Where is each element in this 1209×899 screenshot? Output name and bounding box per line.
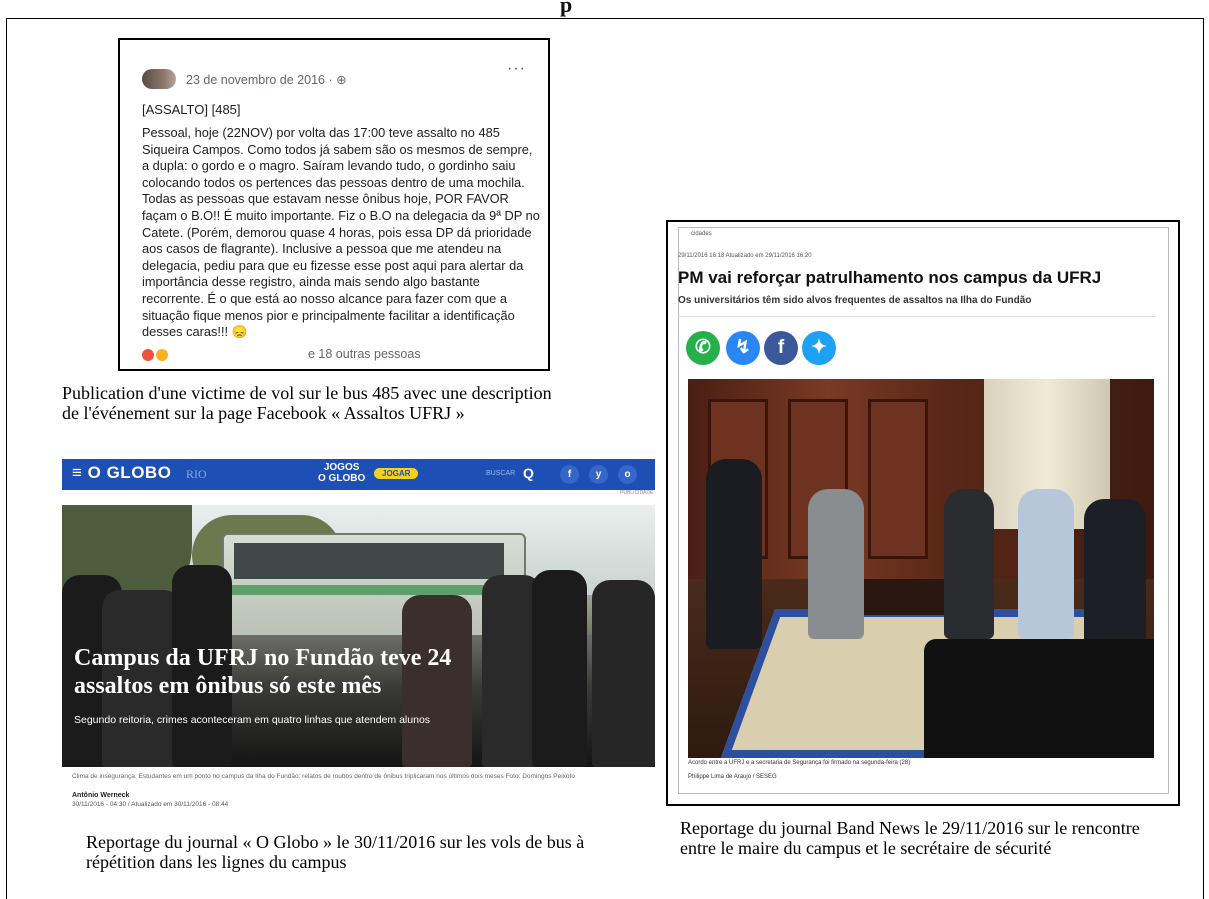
messenger-icon[interactable]: ↯ <box>726 331 760 365</box>
page-title: p <box>560 0 573 17</box>
facebook-icon[interactable]: f <box>560 465 579 484</box>
facebook-icon[interactable]: f <box>764 331 798 365</box>
frame-top <box>6 18 1204 19</box>
section-label[interactable]: cidades <box>691 231 712 237</box>
reaction-count[interactable]: e 18 outras pessoas <box>308 347 421 361</box>
band-photo <box>688 379 1154 758</box>
globo-subhead: Segundo reitoria, crimes aconteceram em … <box>74 714 431 726</box>
article-title: PM vai reforçar patrulhamento nos campus… <box>678 268 1102 287</box>
jogos-logo[interactable]: JOGOS O GLOBO <box>318 462 365 484</box>
post-body: Pessoal, hoje (22NOV) por volta das 17:0… <box>142 125 540 340</box>
search-icon[interactable]: Q <box>523 465 534 481</box>
caption-globo: Reportage du journal « O Globo » le 30/1… <box>86 832 585 872</box>
globo-edition[interactable]: RIO <box>186 467 207 482</box>
caption-facebook: Publication d'une victime de vol sur le … <box>62 383 552 423</box>
jogar-button[interactable]: JOGAR <box>374 468 419 479</box>
globo-logo[interactable]: ≡ O GLOBO <box>72 463 171 483</box>
instagram-icon[interactable]: o <box>618 465 637 484</box>
frame-right <box>1203 18 1204 899</box>
article-subtitle: Os universitários têm sido alvos frequen… <box>678 295 1032 306</box>
search-label[interactable]: BUSCAR <box>486 470 515 477</box>
frame-left <box>6 18 7 899</box>
twitter-icon[interactable]: ✦ <box>802 331 836 365</box>
post-tag: [ASSALTO] [485] <box>142 102 241 117</box>
avatar <box>142 69 176 89</box>
divider <box>678 316 1156 317</box>
globo-photo <box>62 505 655 767</box>
more-options-icon[interactable]: ··· <box>507 60 526 78</box>
angry-reaction-icon <box>142 349 154 361</box>
globo-photo-credit: Clima de insegurança. Estudantes em um p… <box>72 773 575 780</box>
facebook-post: 23 de novembro de 2016 · ⊕ ··· [ASSALTO]… <box>118 38 550 371</box>
article-date: 29/11/2016 16:18 Atualizado em 29/11/201… <box>678 253 812 259</box>
publicidade-label: PUBLICIDADE <box>620 490 654 496</box>
caption-band: Reportage du journal Band News le 29/11/… <box>680 818 1140 858</box>
photo-caption: Acordo entre a UFRJ e a secretaria de Se… <box>688 760 911 766</box>
reactions[interactable] <box>142 349 168 361</box>
whatsapp-icon[interactable]: ✆ <box>686 331 720 365</box>
globo-headline: Campus da UFRJ no Fundão teve 24 assalto… <box>74 645 452 699</box>
photo-credit: Philippe Lima de Araujo / SESEG <box>688 774 777 780</box>
globo-header: ≡ O GLOBO RIO JOGOS O GLOBO JOGAR BUSCAR… <box>62 459 655 490</box>
sad-reaction-icon <box>156 349 168 361</box>
post-date: 23 de novembro de 2016 · ⊕ <box>186 72 347 87</box>
globo-author[interactable]: Antônio Werneck <box>72 792 129 799</box>
twitter-icon[interactable]: y <box>589 465 608 484</box>
globo-date: 30/11/2016 - 04:30 / Atualizado em 30/11… <box>72 801 229 808</box>
